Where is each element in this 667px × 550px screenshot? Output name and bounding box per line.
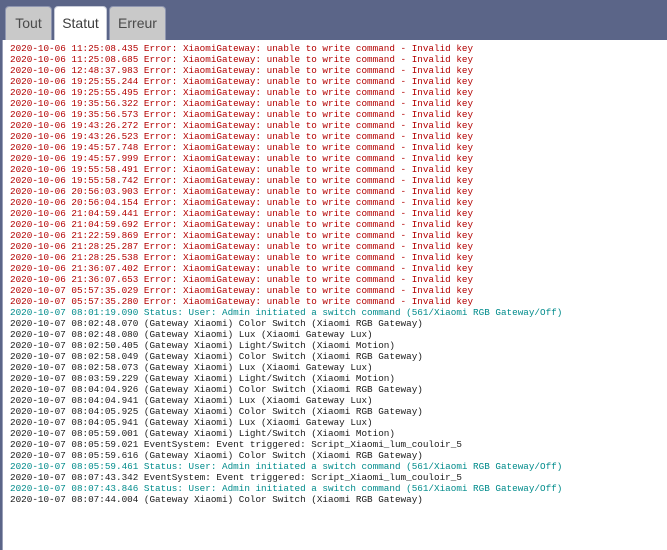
log-line: 2020-10-07 08:04:04.926 (Gateway Xiaomi)… bbox=[10, 384, 423, 395]
log-line: 2020-10-07 08:04:04.941 (Gateway Xiaomi)… bbox=[10, 395, 373, 406]
log-line: 2020-10-07 08:07:43.342 EventSystem: Eve… bbox=[10, 472, 462, 483]
log-line: 2020-10-07 08:02:48.080 (Gateway Xiaomi)… bbox=[10, 329, 373, 340]
log-panel[interactable]: 2020-10-06 11:25:08.435 Error: XiaomiGat… bbox=[2, 40, 667, 550]
log-line: 2020-10-07 08:04:05.925 (Gateway Xiaomi)… bbox=[10, 406, 423, 417]
log-line: 2020-10-06 19:25:55.244 Error: XiaomiGat… bbox=[10, 76, 474, 87]
log-line: 2020-10-06 21:04:59.692 Error: XiaomiGat… bbox=[10, 219, 474, 230]
tab-bar: Tout Statut Erreur bbox=[0, 0, 667, 41]
log-line: 2020-10-07 08:04:05.941 (Gateway Xiaomi)… bbox=[10, 417, 373, 428]
log-line: 2020-10-07 08:02:58.073 (Gateway Xiaomi)… bbox=[10, 362, 373, 373]
log-line: 2020-10-07 08:05:59.616 (Gateway Xiaomi)… bbox=[10, 450, 423, 461]
log-line: 2020-10-07 08:02:48.070 (Gateway Xiaomi)… bbox=[10, 318, 423, 329]
log-line: 2020-10-06 19:43:26.272 Error: XiaomiGat… bbox=[10, 120, 474, 131]
tab-tout[interactable]: Tout bbox=[5, 6, 52, 40]
log-line: 2020-10-07 05:57:35.029 Error: XiaomiGat… bbox=[10, 285, 474, 296]
log-line: 2020-10-07 08:05:59.461 Status: User: Ad… bbox=[10, 461, 563, 472]
log-line: 2020-10-07 08:02:58.049 (Gateway Xiaomi)… bbox=[10, 351, 423, 362]
log-line: 2020-10-06 20:56:03.903 Error: XiaomiGat… bbox=[10, 186, 474, 197]
log-line: 2020-10-06 21:04:59.441 Error: XiaomiGat… bbox=[10, 208, 474, 219]
log-line: 2020-10-06 11:25:08.685 Error: XiaomiGat… bbox=[10, 54, 474, 65]
log-line: 2020-10-06 19:35:56.573 Error: XiaomiGat… bbox=[10, 109, 474, 120]
log-line: 2020-10-07 08:02:50.405 (Gateway Xiaomi)… bbox=[10, 340, 395, 351]
log-line: 2020-10-06 19:35:56.322 Error: XiaomiGat… bbox=[10, 98, 474, 109]
log-line: 2020-10-06 19:45:57.748 Error: XiaomiGat… bbox=[10, 142, 474, 153]
log-line: 2020-10-07 05:57:35.280 Error: XiaomiGat… bbox=[10, 296, 474, 307]
log-line: 2020-10-07 08:01:19.090 Status: User: Ad… bbox=[10, 307, 563, 318]
tab-statut[interactable]: Statut bbox=[54, 6, 107, 41]
log-line: 2020-10-06 21:28:25.287 Error: XiaomiGat… bbox=[10, 241, 474, 252]
log-line: 2020-10-06 11:25:08.435 Error: XiaomiGat… bbox=[10, 43, 474, 54]
log-line: 2020-10-06 21:28:25.538 Error: XiaomiGat… bbox=[10, 252, 474, 263]
log-line: 2020-10-07 08:03:59.229 (Gateway Xiaomi)… bbox=[10, 373, 395, 384]
log-line: 2020-10-06 19:45:57.999 Error: XiaomiGat… bbox=[10, 153, 474, 164]
log-line: 2020-10-07 08:07:44.004 (Gateway Xiaomi)… bbox=[10, 494, 423, 505]
tab-erreur[interactable]: Erreur bbox=[109, 6, 166, 40]
log-line: 2020-10-06 19:25:55.495 Error: XiaomiGat… bbox=[10, 87, 474, 98]
log-line: 2020-10-06 21:36:07.653 Error: XiaomiGat… bbox=[10, 274, 474, 285]
log-line: 2020-10-06 20:56:04.154 Error: XiaomiGat… bbox=[10, 197, 474, 208]
log-line: 2020-10-06 21:22:59.869 Error: XiaomiGat… bbox=[10, 230, 474, 241]
log-line: 2020-10-06 19:43:26.523 Error: XiaomiGat… bbox=[10, 131, 474, 142]
log-line: 2020-10-06 19:55:58.491 Error: XiaomiGat… bbox=[10, 164, 474, 175]
log-line: 2020-10-07 08:05:59.001 (Gateway Xiaomi)… bbox=[10, 428, 395, 439]
log-output: 2020-10-06 11:25:08.435 Error: XiaomiGat… bbox=[10, 43, 562, 505]
log-line: 2020-10-06 19:55:58.742 Error: XiaomiGat… bbox=[10, 175, 474, 186]
log-line: 2020-10-07 08:07:43.846 Status: User: Ad… bbox=[10, 483, 563, 494]
log-line: 2020-10-06 12:48:37.983 Error: XiaomiGat… bbox=[10, 65, 474, 76]
log-line: 2020-10-07 08:05:59.021 EventSystem: Eve… bbox=[10, 439, 462, 450]
log-line: 2020-10-06 21:36:07.402 Error: XiaomiGat… bbox=[10, 263, 474, 274]
